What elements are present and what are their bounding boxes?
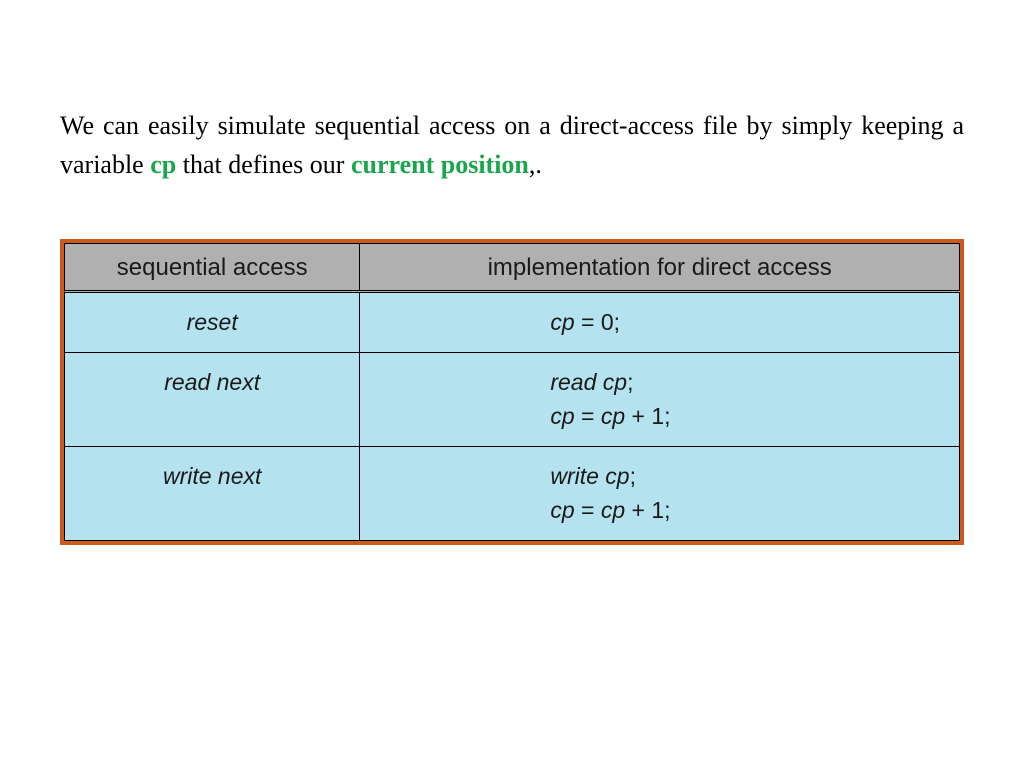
- intro-paragraph: We can easily simulate sequential access…: [60, 106, 964, 184]
- table-row: read next read cp;cp = cp + 1;: [65, 352, 960, 446]
- table-row: reset cp = 0;: [65, 292, 960, 353]
- table-header-row: sequential access implementation for dir…: [65, 244, 960, 292]
- var-current-position: current position: [351, 150, 529, 179]
- header-direct: implementation for direct access: [360, 244, 960, 292]
- header-sequential: sequential access: [65, 244, 360, 292]
- impl-cell: write cp;cp = cp + 1;: [360, 446, 960, 540]
- impl-cell: cp = 0;: [360, 292, 960, 353]
- impl-cell: read cp;cp = cp + 1;: [360, 352, 960, 446]
- para-text-3: ,.: [529, 150, 542, 179]
- op-cell: read next: [65, 352, 360, 446]
- table-row: write next write cp;cp = cp + 1;: [65, 446, 960, 540]
- op-cell: reset: [65, 292, 360, 353]
- op-cell: write next: [65, 446, 360, 540]
- para-text-2: that defines our: [176, 150, 351, 179]
- access-table-frame: sequential access implementation for dir…: [60, 239, 964, 545]
- impl-text: cp = 0;: [550, 309, 620, 335]
- impl-text: write cp;cp = cp + 1;: [550, 463, 670, 524]
- impl-text: read cp;cp = cp + 1;: [550, 369, 670, 430]
- var-cp: cp: [150, 150, 176, 179]
- access-table: sequential access implementation for dir…: [64, 243, 960, 541]
